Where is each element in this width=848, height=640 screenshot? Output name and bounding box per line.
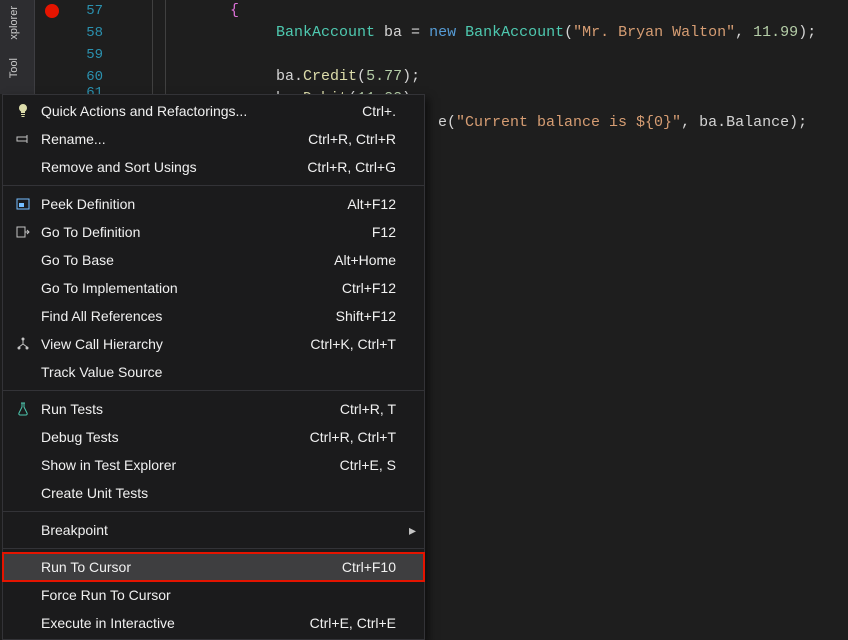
menu-item-label: Breakpoint bbox=[41, 522, 416, 538]
side-tab-explorer[interactable]: xplorer bbox=[0, 0, 28, 46]
menu-item-label: Execute in Interactive bbox=[41, 615, 310, 631]
menu-item-shortcut: Ctrl+R, Ctrl+R bbox=[308, 131, 416, 147]
menu-item-shortcut: Alt+Home bbox=[334, 252, 416, 268]
chevron-right-icon: ▸ bbox=[409, 522, 416, 539]
menu-item-quick-actions-and-refactorings[interactable]: Quick Actions and Refactorings...Ctrl+. bbox=[3, 97, 424, 125]
rename-icon bbox=[11, 131, 35, 147]
menu-item-label: Go To Implementation bbox=[41, 280, 342, 296]
menu-item-label: Remove and Sort Usings bbox=[41, 159, 307, 175]
menu-item-shortcut: Shift+F12 bbox=[336, 308, 416, 324]
breakpoint-icon[interactable] bbox=[45, 4, 59, 18]
menu-item-force-run-to-cursor[interactable]: Force Run To Cursor bbox=[3, 581, 424, 609]
menu-item-label: Show in Test Explorer bbox=[41, 457, 340, 473]
code-line[interactable] bbox=[140, 44, 848, 66]
menu-separator bbox=[3, 511, 424, 512]
menu-item-label: Peek Definition bbox=[41, 196, 347, 212]
code-content[interactable]: { BankAccount ba = new BankAccount("Mr. … bbox=[140, 0, 848, 98]
menu-item-debug-tests[interactable]: Debug TestsCtrl+R, Ctrl+T bbox=[3, 423, 424, 451]
menu-item-shortcut: Ctrl+F12 bbox=[342, 280, 416, 296]
menu-item-label: Debug Tests bbox=[41, 429, 310, 445]
menu-item-run-tests[interactable]: Run TestsCtrl+R, T bbox=[3, 395, 424, 423]
menu-item-label: Rename... bbox=[41, 131, 308, 147]
menu-item-shortcut: F12 bbox=[372, 224, 416, 240]
menu-item-shortcut: Ctrl+. bbox=[362, 103, 416, 119]
menu-item-find-all-references[interactable]: Find All ReferencesShift+F12 bbox=[3, 302, 424, 330]
menu-item-rename[interactable]: Rename...Ctrl+R, Ctrl+R bbox=[3, 125, 424, 153]
menu-item-label: Run Tests bbox=[41, 401, 340, 417]
code-line[interactable]: { bbox=[140, 0, 848, 22]
menu-item-label: Go To Definition bbox=[41, 224, 372, 240]
menu-item-shortcut: Alt+F12 bbox=[347, 196, 416, 212]
peek-icon bbox=[11, 196, 35, 212]
menu-item-go-to-base[interactable]: Go To BaseAlt+Home bbox=[3, 246, 424, 274]
menu-item-label: Track Value Source bbox=[41, 364, 416, 380]
menu-item-breakpoint[interactable]: Breakpoint▸ bbox=[3, 516, 424, 544]
code-line[interactable]: BankAccount ba = new BankAccount("Mr. Br… bbox=[140, 22, 848, 44]
menu-item-label: Run To Cursor bbox=[41, 559, 342, 575]
menu-item-shortcut: Ctrl+F10 bbox=[342, 559, 416, 575]
menu-item-label: View Call Hierarchy bbox=[41, 336, 310, 352]
menu-item-create-unit-tests[interactable]: Create Unit Tests bbox=[3, 479, 424, 507]
menu-item-run-to-cursor[interactable]: Run To CursorCtrl+F10 bbox=[3, 553, 424, 581]
menu-item-label: Quick Actions and Refactorings... bbox=[41, 103, 362, 119]
menu-item-label: Find All References bbox=[41, 308, 336, 324]
menu-item-shortcut: Ctrl+R, Ctrl+G bbox=[307, 159, 416, 175]
menu-item-remove-and-sort-usings[interactable]: Remove and Sort UsingsCtrl+R, Ctrl+G bbox=[3, 153, 424, 181]
menu-separator bbox=[3, 185, 424, 186]
menu-item-track-value-source[interactable]: Track Value Source bbox=[3, 358, 424, 386]
menu-item-shortcut: Ctrl+K, Ctrl+T bbox=[310, 336, 416, 352]
menu-item-shortcut: Ctrl+E, Ctrl+E bbox=[310, 615, 416, 631]
flask-icon bbox=[11, 401, 35, 417]
menu-item-show-in-test-explorer[interactable]: Show in Test ExplorerCtrl+E, S bbox=[3, 451, 424, 479]
line-number: 58 bbox=[63, 22, 113, 44]
line-number: 57 bbox=[63, 0, 113, 22]
line-number: 59 bbox=[63, 44, 113, 66]
menu-item-go-to-definition[interactable]: Go To DefinitionF12 bbox=[3, 218, 424, 246]
menu-item-label: Go To Base bbox=[41, 252, 334, 268]
menu-item-label: Create Unit Tests bbox=[41, 485, 416, 501]
menu-item-shortcut: Ctrl+E, S bbox=[340, 457, 416, 473]
menu-item-peek-definition[interactable]: Peek DefinitionAlt+F12 bbox=[3, 190, 424, 218]
context-menu: Quick Actions and Refactorings...Ctrl+.R… bbox=[2, 94, 425, 640]
lightbulb-icon bbox=[11, 103, 35, 119]
code-line[interactable]: ba.Credit(5.77); bbox=[140, 66, 848, 88]
menu-item-shortcut: Ctrl+R, Ctrl+T bbox=[310, 429, 416, 445]
menu-separator bbox=[3, 390, 424, 391]
menu-item-execute-in-interactive[interactable]: Execute in InteractiveCtrl+E, Ctrl+E bbox=[3, 609, 424, 637]
menu-item-label: Force Run To Cursor bbox=[41, 587, 416, 603]
menu-separator bbox=[3, 548, 424, 549]
line-number-gutter: 57 58 59 60 61 bbox=[63, 0, 113, 98]
side-tab-toolbox[interactable]: Tool bbox=[0, 52, 28, 84]
hierarchy-icon bbox=[11, 336, 35, 352]
goto-icon bbox=[11, 224, 35, 240]
side-panel: xplorer Tool bbox=[0, 0, 35, 94]
menu-item-go-to-implementation[interactable]: Go To ImplementationCtrl+F12 bbox=[3, 274, 424, 302]
menu-item-view-call-hierarchy[interactable]: View Call HierarchyCtrl+K, Ctrl+T bbox=[3, 330, 424, 358]
menu-item-shortcut: Ctrl+R, T bbox=[340, 401, 416, 417]
